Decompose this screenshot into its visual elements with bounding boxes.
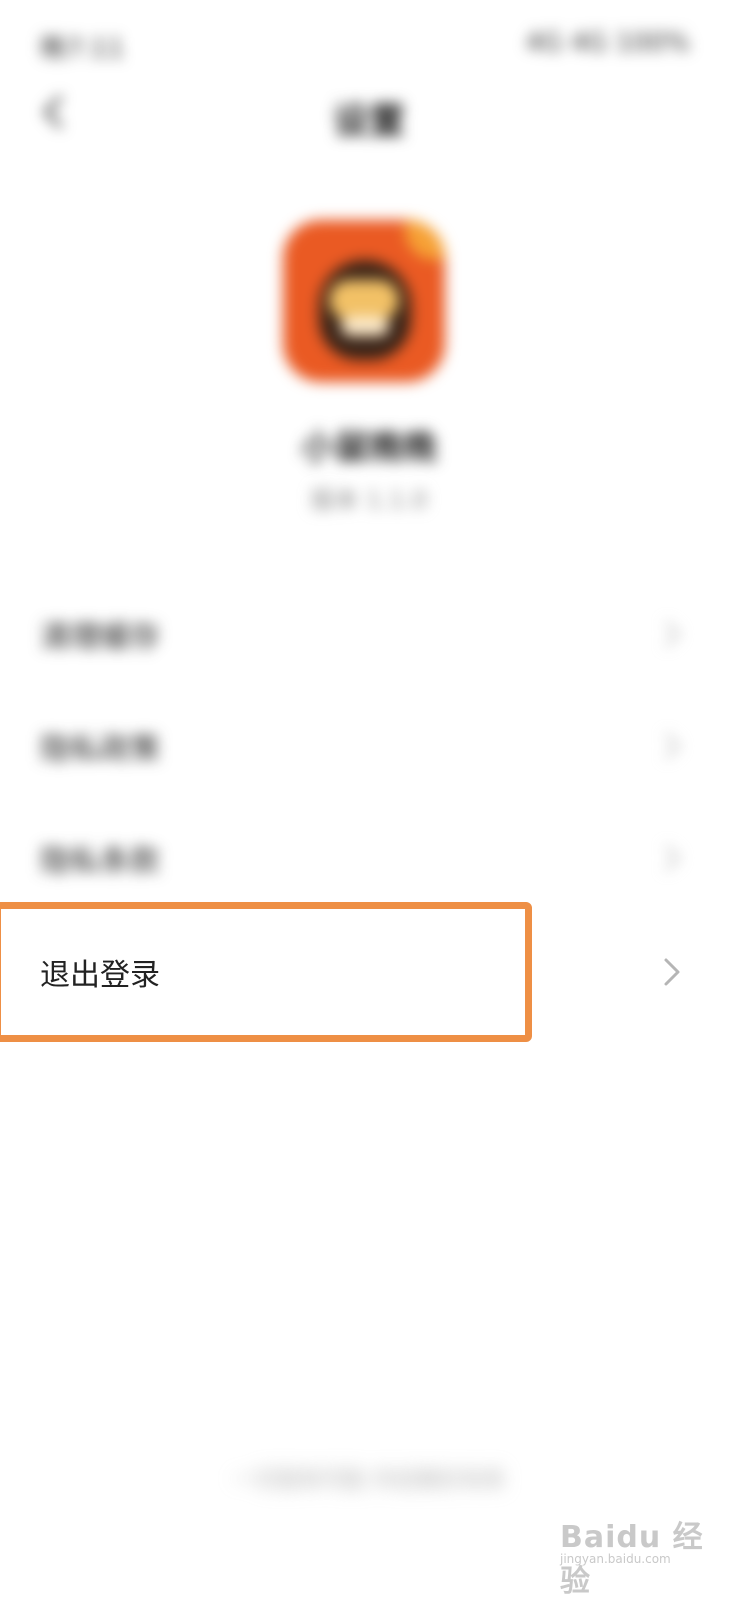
watermark-url: jingyan.baidu.com	[560, 1552, 671, 1566]
app-name: 小鼠晚晚	[301, 428, 437, 468]
baidu-watermark: Baidu 经验 jingyan.baidu.com	[560, 1494, 730, 1599]
status-time: 晚7:11	[40, 34, 125, 64]
footer-text: 一切皆有可能 共创美好未来	[233, 1468, 505, 1493]
chevron-right-icon	[664, 844, 681, 872]
page-title: 设置	[332, 101, 405, 142]
menu-item-label: 清理缓存	[40, 620, 160, 655]
menu-item-label: 隐私条款	[40, 844, 160, 879]
app-version: 版本 1.1.0	[310, 486, 428, 514]
chevron-right-icon	[664, 958, 680, 986]
menu-item-privacy-terms[interactable]: 隐私条款	[0, 802, 738, 914]
status-indicators: 4G 4G 100%	[525, 28, 690, 58]
chevron-right-icon	[664, 620, 681, 648]
menu-item-clear-cache[interactable]: 清理缓存	[0, 578, 738, 690]
app-logo-icon	[283, 220, 445, 382]
chevron-right-icon	[664, 732, 681, 760]
menu-item-label: 隐私政策	[40, 732, 160, 767]
menu-item-privacy-policy[interactable]: 隐私政策	[0, 690, 738, 802]
logout-label: 退出登录	[40, 958, 160, 993]
logout-button[interactable]: 退出登录	[0, 916, 738, 1028]
